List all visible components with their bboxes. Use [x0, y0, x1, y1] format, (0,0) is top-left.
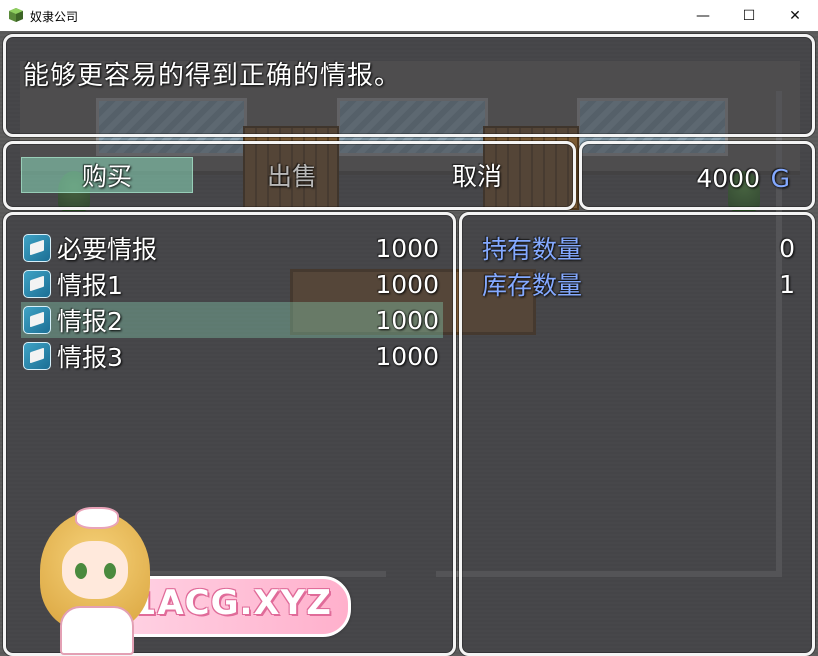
- item-row[interactable]: 必要情报 1000: [21, 230, 443, 266]
- help-text: 能够更容易的得到正确的情报。: [23, 61, 402, 91]
- item-name: 情报3: [57, 343, 123, 372]
- item-price: 1000: [375, 269, 439, 299]
- gold-amount: 4000: [696, 164, 760, 193]
- owned-count-value: 0: [779, 233, 795, 263]
- item-row[interactable]: 情报1 1000: [21, 266, 443, 302]
- item-name: 情报2: [57, 307, 123, 336]
- game-screen: 能够更容易的得到正确的情报。 购买 出售 取消 4000 G 必要情报 1000…: [0, 31, 818, 656]
- buy-label: 购买: [81, 162, 132, 191]
- sell-command[interactable]: 出售: [206, 157, 378, 193]
- close-button[interactable]: ✕: [772, 0, 818, 31]
- mascot-body: [60, 606, 134, 655]
- minimize-icon: —: [696, 7, 710, 24]
- shop-command-window: 购买 出售 取消: [3, 141, 576, 210]
- window-title: 奴隶公司: [30, 10, 79, 24]
- book-icon: [23, 234, 51, 262]
- mascot-bow: [75, 507, 119, 529]
- help-window: 能够更容易的得到正确的情报。: [3, 34, 815, 137]
- maximize-button[interactable]: ☐: [726, 0, 772, 31]
- currency-unit: G: [770, 164, 790, 193]
- owned-count-row: 持有数量 0: [482, 230, 798, 266]
- buy-command[interactable]: 购买: [21, 157, 193, 193]
- minimize-button[interactable]: —: [680, 0, 726, 31]
- gold-window: 4000 G: [579, 141, 815, 210]
- cancel-command[interactable]: 取消: [391, 157, 563, 193]
- item-name: 情报1: [57, 271, 123, 300]
- item-price: 1000: [375, 233, 439, 263]
- item-row-selected[interactable]: 情报2 1000: [21, 302, 443, 338]
- book-icon: [23, 342, 51, 370]
- stock-count-label: 库存数量: [482, 271, 583, 300]
- maximize-icon: ☐: [742, 7, 756, 24]
- item-status-window: 持有数量 0 库存数量 1: [459, 212, 815, 656]
- book-icon: [23, 270, 51, 298]
- item-price: 1000: [375, 341, 439, 371]
- stock-count-row: 库存数量 1: [482, 266, 798, 302]
- item-name: 必要情报: [57, 235, 158, 264]
- book-icon: [23, 306, 51, 334]
- item-price: 1000: [375, 305, 439, 335]
- item-row[interactable]: 情报3 1000: [21, 338, 443, 374]
- owned-count-label: 持有数量: [482, 235, 583, 264]
- watermark: 91ACG.XYZ: [30, 507, 351, 655]
- close-icon: ✕: [789, 7, 801, 24]
- stock-count-value: 1: [779, 269, 795, 299]
- mascot-eye: [75, 563, 87, 579]
- title-bar: 奴隶公司 — ☐ ✕: [0, 0, 818, 32]
- cancel-label: 取消: [451, 162, 502, 191]
- app-icon: [9, 8, 23, 22]
- mascot-eye: [104, 563, 116, 579]
- mascot-face: [62, 541, 128, 599]
- sell-label: 出售: [266, 162, 317, 191]
